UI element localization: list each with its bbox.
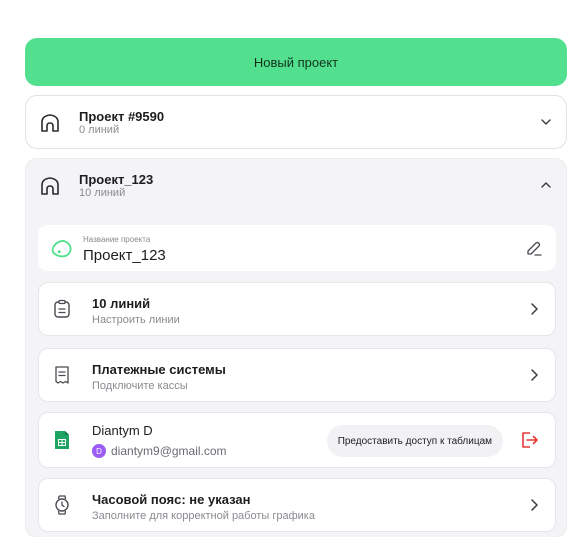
logout-icon[interactable] xyxy=(519,430,539,450)
project-subtitle: 10 линий xyxy=(79,187,126,199)
sheets-user-name: Diantym D xyxy=(92,423,153,438)
project-card-9590[interactable]: Проект #9590 0 линий xyxy=(25,95,567,149)
lines-subtitle: Настроить линии xyxy=(92,314,180,326)
payment-systems-row[interactable]: Платежные системы Подключите кассы xyxy=(38,348,556,402)
chevron-right-icon xyxy=(531,369,538,381)
chevron-down-icon[interactable] xyxy=(540,116,552,128)
edit-icon[interactable] xyxy=(525,239,543,257)
project-name-label: Название проекта xyxy=(83,235,151,244)
project-name-value: Проект_123 xyxy=(83,247,166,264)
lines-settings-row[interactable]: 10 линий Настроить линии xyxy=(38,282,556,336)
project-subtitle: 0 линий xyxy=(79,124,120,136)
project-title: Проект #9590 xyxy=(79,109,165,124)
project-header[interactable]: Проект_123 10 линий xyxy=(26,159,566,213)
project-card-123: Проект_123 10 линий Название проекта Про… xyxy=(25,158,567,537)
chevron-up-icon[interactable] xyxy=(540,179,552,191)
project-icon xyxy=(41,177,59,195)
avatar: D xyxy=(92,444,106,458)
project-header[interactable]: Проект #9590 0 линий xyxy=(26,96,566,150)
tag-icon xyxy=(51,240,72,258)
payments-title: Платежные системы xyxy=(92,362,226,377)
share-access-button[interactable]: Предоставить доступ к таблицам xyxy=(326,425,503,457)
sheets-email: diantym9@gmail.com xyxy=(111,444,227,458)
watch-icon xyxy=(55,495,69,515)
project-title: Проект_123 xyxy=(79,172,154,187)
clipboard-icon xyxy=(54,299,70,318)
timezone-title: Часовой пояс: не указан xyxy=(92,492,251,507)
lines-title: 10 линий xyxy=(92,296,151,311)
sheets-access-row: Diantym D D diantym9@gmail.com Предостав… xyxy=(38,412,556,468)
receipt-icon xyxy=(55,366,69,384)
sheets-account: D diantym9@gmail.com xyxy=(92,444,227,458)
chevron-right-icon xyxy=(531,499,538,511)
google-sheets-icon xyxy=(55,431,69,449)
timezone-row[interactable]: Часовой пояс: не указан Заполните для ко… xyxy=(38,478,556,532)
chevron-right-icon xyxy=(531,303,538,315)
payments-subtitle: Подключите кассы xyxy=(92,380,188,392)
timezone-subtitle: Заполните для корректной работы графика xyxy=(92,510,315,522)
project-icon xyxy=(41,114,59,132)
project-name-field[interactable]: Название проекта Проект_123 xyxy=(38,225,556,271)
new-project-button[interactable]: Новый проект xyxy=(25,38,567,86)
